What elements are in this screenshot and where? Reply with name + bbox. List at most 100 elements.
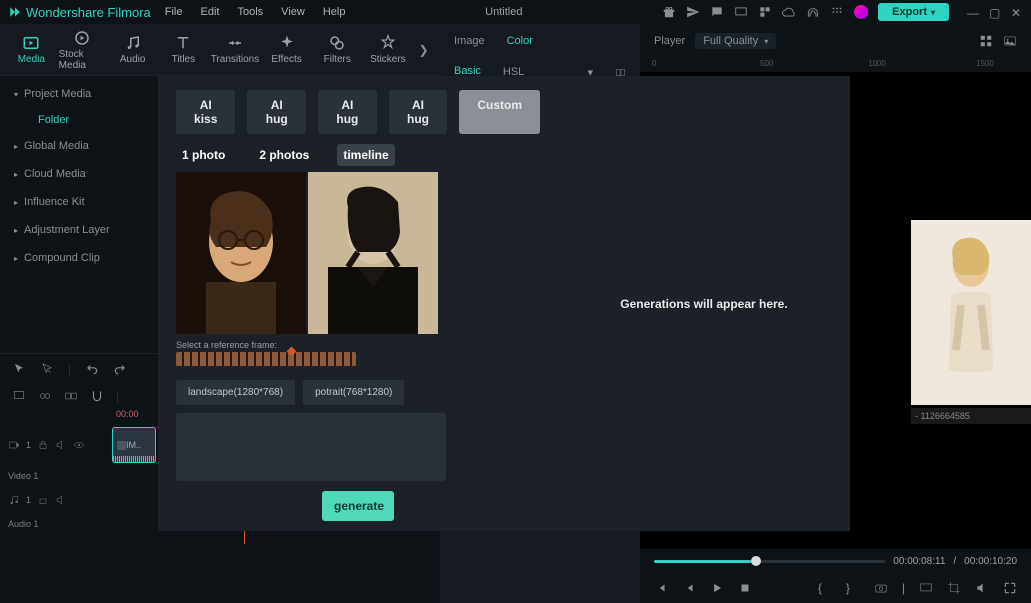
menu-view[interactable]: View: [281, 6, 305, 18]
sidebar-influence[interactable]: ▸Influence Kit: [0, 188, 158, 216]
menu-help[interactable]: Help: [323, 6, 346, 18]
titlebar: Wondershare Filmora File Edit Tools View…: [0, 0, 1031, 24]
sidebar-project[interactable]: ▾Project Media: [0, 80, 158, 108]
menu-file[interactable]: File: [165, 6, 183, 18]
media-sidebar: ▾Project Media Folder ▸Global Media ▸Clo…: [0, 76, 158, 356]
dim-portrait[interactable]: potrait(768*1280): [303, 380, 404, 405]
video-track-icon[interactable]: [8, 439, 20, 451]
audio-track-num: 1: [26, 495, 31, 505]
library-icon[interactable]: [758, 5, 772, 19]
audio-label: Audio 1: [8, 519, 106, 529]
send-icon[interactable]: [686, 5, 700, 19]
tab-stock[interactable]: Stock Media: [59, 25, 106, 75]
audio-lock-icon[interactable]: [37, 494, 49, 506]
doc-title: Untitled: [359, 6, 648, 18]
user-avatar[interactable]: [854, 5, 868, 19]
sidebar-adjust[interactable]: ▸Adjustment Layer: [0, 216, 158, 244]
player-bar: Player Full Quality▾: [640, 24, 1031, 58]
preview-caption: - 1126664585: [911, 408, 1031, 424]
sidebar-compound[interactable]: ▸Compound Clip: [0, 244, 158, 272]
cloud-icon[interactable]: [782, 5, 796, 19]
mute-icon[interactable]: [55, 439, 67, 451]
chat-icon[interactable]: [710, 5, 724, 19]
tabs-more[interactable]: ❯: [415, 43, 432, 57]
step-back-icon[interactable]: [682, 581, 696, 595]
menu-edit[interactable]: Edit: [201, 6, 220, 18]
ref-frame-label: Select a reference frame:: [176, 340, 540, 350]
mark-out-icon[interactable]: }: [846, 581, 860, 595]
undo-icon[interactable]: [85, 362, 99, 376]
player-ruler: 0 500 1000 1500: [640, 58, 1031, 72]
prompt-input[interactable]: [176, 413, 446, 481]
ai-generate-modal: AI kiss AI hug AI hug AI hug Custom 1 ph…: [158, 76, 850, 531]
lock-icon[interactable]: [37, 439, 49, 451]
quality-select[interactable]: Full Quality▾: [695, 33, 776, 49]
snapshot-icon[interactable]: [874, 581, 888, 595]
crop-icon[interactable]: [947, 581, 961, 595]
sidebar-global[interactable]: ▸Global Media: [0, 132, 158, 160]
tab-stickers[interactable]: Stickers: [365, 25, 412, 75]
generate-button[interactable]: generate: [322, 491, 394, 521]
play-icon[interactable]: [710, 581, 724, 595]
tab-filters[interactable]: Filters: [314, 25, 361, 75]
eye-icon[interactable]: [73, 439, 85, 451]
main-tabs: Media Stock Media Audio Titles Transitio…: [0, 24, 440, 76]
inspector-image[interactable]: Image: [454, 35, 485, 47]
time-bar: 00:00:08:11 / 00:00:10:20: [640, 549, 1031, 573]
prev-icon[interactable]: [654, 581, 668, 595]
preset-ai-hug-2[interactable]: AI hug: [318, 90, 377, 134]
magnet-icon[interactable]: [90, 389, 104, 403]
image-icon[interactable]: [1003, 34, 1017, 48]
preset-custom[interactable]: Custom: [459, 90, 540, 134]
audio-mute-icon[interactable]: [55, 494, 67, 506]
transport-bar: { } |: [640, 573, 1031, 603]
sidebar-cloud[interactable]: ▸Cloud Media: [0, 160, 158, 188]
grid-icon[interactable]: [979, 34, 993, 48]
preset-ai-hug-1[interactable]: AI hug: [247, 90, 306, 134]
sidebar-folder[interactable]: Folder: [0, 108, 158, 132]
track-num: 1: [26, 440, 31, 450]
screen-icon[interactable]: [734, 5, 748, 19]
gift-icon[interactable]: [662, 5, 676, 19]
stop-icon[interactable]: [738, 581, 752, 595]
apps-icon[interactable]: [830, 5, 844, 19]
tab-transitions[interactable]: Transitions: [211, 25, 260, 75]
audio-track-icon[interactable]: [8, 494, 20, 506]
time-current: 00:00:08:11: [893, 556, 945, 567]
app-logo: Wondershare Filmora: [8, 5, 151, 20]
tab-audio[interactable]: Audio: [109, 25, 156, 75]
preset-ai-hug-3[interactable]: AI hug: [389, 90, 448, 134]
mark-in-icon[interactable]: {: [818, 581, 832, 595]
close-button[interactable]: ✕: [1011, 6, 1023, 18]
link-icon[interactable]: [38, 389, 52, 403]
export-button[interactable]: Export▾: [878, 3, 949, 21]
select-icon[interactable]: [40, 362, 54, 376]
group-icon[interactable]: [64, 389, 78, 403]
photo-slot-2[interactable]: [308, 172, 438, 334]
maximize-button[interactable]: ▢: [989, 6, 1001, 18]
display-icon[interactable]: [919, 581, 933, 595]
headphones-icon[interactable]: [806, 5, 820, 19]
mode-1photo[interactable]: 1 photo: [176, 144, 231, 166]
inspector-color[interactable]: Color: [507, 35, 533, 47]
tab-media[interactable]: Media: [8, 25, 55, 75]
reference-frame-slider[interactable]: [176, 352, 356, 366]
marker-icon[interactable]: [12, 389, 26, 403]
preset-ai-kiss[interactable]: AI kiss: [176, 90, 235, 134]
time-sep: /: [953, 556, 956, 567]
menu-tools[interactable]: Tools: [237, 6, 263, 18]
volume-icon[interactable]: [975, 581, 989, 595]
fullscreen-icon[interactable]: [1003, 581, 1017, 595]
dim-landscape[interactable]: landscape(1280*768): [176, 380, 295, 405]
mode-2photos[interactable]: 2 photos: [253, 144, 315, 166]
pointer-icon[interactable]: [12, 362, 26, 376]
video-clip[interactable]: IM..: [112, 427, 156, 463]
tab-titles[interactable]: Titles: [160, 25, 207, 75]
tab-effects[interactable]: Effects: [263, 25, 310, 75]
photo-slot-1[interactable]: [176, 172, 306, 334]
progress-slider[interactable]: [654, 560, 885, 563]
minimize-button[interactable]: —: [967, 6, 979, 18]
video-label: Video 1: [8, 471, 106, 481]
redo-icon[interactable]: [113, 362, 127, 376]
mode-timeline[interactable]: timeline: [337, 144, 394, 166]
